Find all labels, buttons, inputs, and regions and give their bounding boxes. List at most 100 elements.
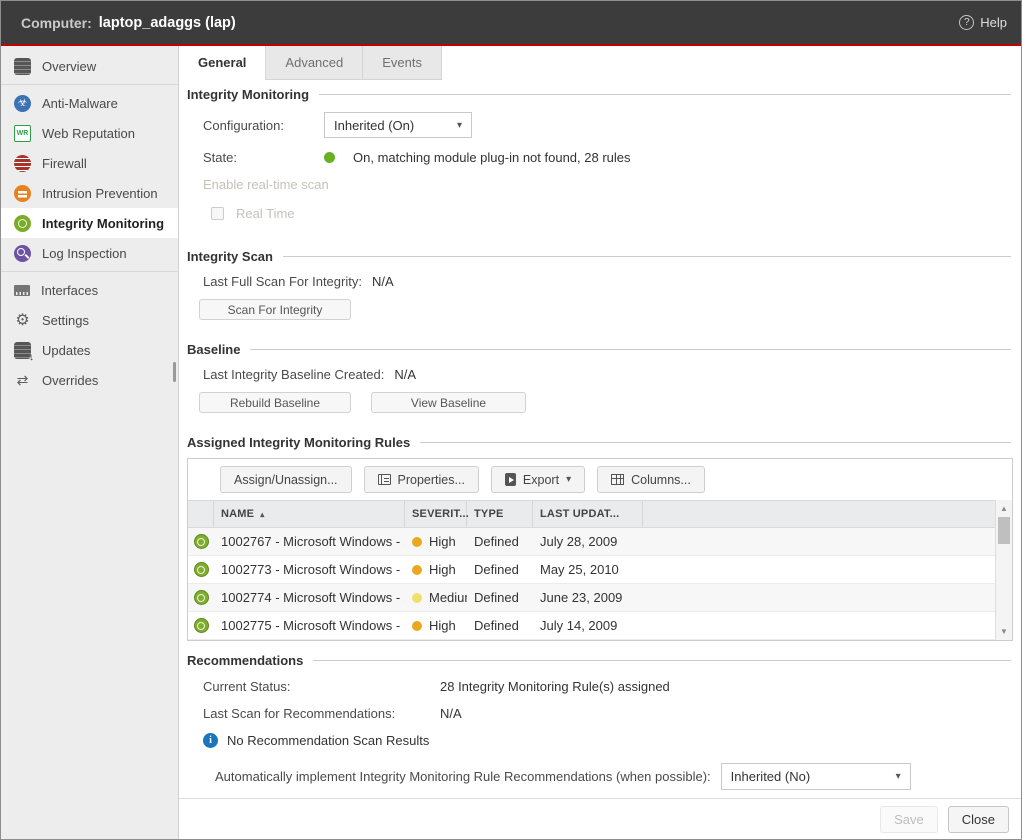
sidebar-item-anti-malware[interactable]: Anti-Malware <box>1 88 178 118</box>
anti-malware-icon <box>14 95 31 112</box>
help-label: Help <box>980 15 1007 30</box>
scan-for-integrity-button[interactable]: Scan For Integrity <box>199 299 351 320</box>
last-scan-row: Last Full Scan For Integrity: N/A <box>203 274 1011 289</box>
no-scan-results-row: i No Recommendation Scan Results <box>203 733 1011 748</box>
sidebar-item-integrity-monitoring[interactable]: Integrity Monitoring <box>1 208 178 238</box>
table-row[interactable]: 1002774 - Microsoft Windows - ... Medium… <box>188 584 995 612</box>
rule-name: 1002767 - Microsoft Windows - ... <box>214 534 405 549</box>
integrity-rule-icon <box>194 534 209 549</box>
sidebar-item-label: Log Inspection <box>42 246 127 261</box>
sidebar-item-updates[interactable]: Updates <box>1 335 178 365</box>
column-header-name[interactable]: NAME ▴ <box>214 501 405 527</box>
scroll-down-icon[interactable]: ▼ <box>996 627 1012 636</box>
rule-last-updated: July 28, 2009 <box>533 534 643 549</box>
sidebar-item-label: Settings <box>42 313 89 328</box>
sidebar-item-label: Interfaces <box>41 283 98 298</box>
auto-implement-label: Automatically implement Integrity Monito… <box>215 769 711 784</box>
last-baseline-value: N/A <box>394 367 416 382</box>
configuration-dropdown[interactable]: Inherited (On) ▾ <box>324 112 472 138</box>
configuration-label: Configuration: <box>203 118 324 133</box>
rules-grid-header: NAME ▴ SEVERIT... TYPE LAST UPDAT... <box>188 500 1012 528</box>
sidebar-item-overview[interactable]: Overview <box>1 51 178 81</box>
sidebar-item-firewall[interactable]: Firewall <box>1 148 178 178</box>
rule-type: Defined <box>467 534 533 549</box>
tab-content: Integrity Monitoring Configuration: Inhe… <box>179 80 1021 798</box>
severity-label: High <box>429 534 456 549</box>
severity-dot <box>412 565 422 575</box>
current-status-row: Current Status: 28 Integrity Monitoring … <box>203 679 1011 694</box>
sidebar-item-intrusion-prevention[interactable]: Intrusion Prevention <box>1 178 178 208</box>
severity-label: High <box>429 618 456 633</box>
severity-dot <box>412 593 422 603</box>
overrides-icon <box>14 372 31 389</box>
sidebar-item-log-inspection[interactable]: Log Inspection <box>1 238 178 268</box>
realtime-checkbox-row: Real Time <box>211 206 1011 221</box>
auto-implement-value: Inherited (No) <box>731 769 896 784</box>
rule-name: 1002774 - Microsoft Windows - ... <box>214 590 405 605</box>
sidebar: Overview Anti-Malware Web Reputation Fir… <box>1 46 179 839</box>
footer-bar: Save Close <box>179 798 1021 839</box>
sidebar-separator <box>1 271 178 272</box>
columns-button[interactable]: Columns... <box>597 466 705 493</box>
rebuild-baseline-button[interactable]: Rebuild Baseline <box>199 392 351 413</box>
state-value: On, matching module plug-in not found, 2… <box>353 150 631 165</box>
columns-label: Columns... <box>631 473 691 487</box>
overview-icon <box>14 58 31 75</box>
chevron-down-icon: ▾ <box>566 474 571 485</box>
rule-last-updated: July 14, 2009 <box>533 618 643 633</box>
state-row: State: On, matching module plug-in not f… <box>203 150 1011 165</box>
title-prefix: Computer: <box>21 15 92 31</box>
scroll-up-icon[interactable]: ▲ <box>996 504 1012 513</box>
sidebar-item-interfaces[interactable]: Interfaces <box>1 275 178 305</box>
rules-table-container: Assign/Unassign... Properties... Export … <box>187 458 1013 641</box>
realtime-checkbox-label: Real Time <box>236 206 295 221</box>
state-label: State: <box>203 150 324 165</box>
view-baseline-button[interactable]: View Baseline <box>371 392 526 413</box>
table-row[interactable]: 1002767 - Microsoft Windows - ... High D… <box>188 528 995 556</box>
tab-general[interactable]: General <box>179 46 266 80</box>
configuration-value: Inherited (On) <box>334 118 457 133</box>
save-button: Save <box>880 806 938 833</box>
rules-grid-body: 1002767 - Microsoft Windows - ... High D… <box>188 528 1012 640</box>
last-baseline-label: Last Integrity Baseline Created: <box>203 367 384 382</box>
section-title-text: Baseline <box>187 342 240 357</box>
help-icon: ? <box>959 15 974 30</box>
rule-type: Defined <box>467 562 533 577</box>
help-button[interactable]: ? Help <box>959 15 1007 30</box>
column-header-last-updated[interactable]: LAST UPDAT... <box>533 501 643 527</box>
scan-button-row: Scan For Integrity <box>199 299 1011 320</box>
section-title-text: Integrity Monitoring <box>187 87 309 102</box>
column-header-type[interactable]: TYPE <box>467 501 533 527</box>
gear-icon <box>14 312 31 329</box>
assign-unassign-button[interactable]: Assign/Unassign... <box>220 466 352 493</box>
sidebar-item-label: Firewall <box>42 156 87 171</box>
sidebar-item-overrides[interactable]: Overrides <box>1 365 178 395</box>
sidebar-item-web-reputation[interactable]: Web Reputation <box>1 118 178 148</box>
assign-unassign-label: Assign/Unassign... <box>234 473 338 487</box>
web-reputation-icon <box>14 125 31 142</box>
sidebar-item-settings[interactable]: Settings <box>1 305 178 335</box>
table-row[interactable]: 1002773 - Microsoft Windows - ... High D… <box>188 556 995 584</box>
column-header-severity[interactable]: SEVERIT... <box>405 501 467 527</box>
integrity-rule-icon <box>194 618 209 633</box>
table-scrollbar[interactable]: ▲ ▼ <box>995 500 1012 640</box>
tab-advanced[interactable]: Advanced <box>266 46 363 80</box>
last-recommendation-scan-value: N/A <box>440 706 462 721</box>
tab-events[interactable]: Events <box>363 46 442 80</box>
no-scan-results-text: No Recommendation Scan Results <box>227 733 429 748</box>
export-button[interactable]: Export ▾ <box>491 466 585 493</box>
firewall-icon <box>14 155 31 172</box>
baseline-buttons-row: Rebuild Baseline View Baseline <box>199 392 1011 413</box>
sidebar-resize-handle[interactable] <box>173 362 176 382</box>
table-row[interactable]: 1002775 - Microsoft Windows - ... High D… <box>188 612 995 640</box>
close-button[interactable]: Close <box>948 806 1009 833</box>
main-panel: General Advanced Events Integrity Monito… <box>179 46 1021 839</box>
last-scan-value: N/A <box>372 274 394 289</box>
properties-button[interactable]: Properties... <box>364 466 479 493</box>
section-integrity-monitoring: Integrity Monitoring <box>187 87 1011 102</box>
computer-name: laptop_adaggs (lap) <box>99 15 236 31</box>
scrollbar-thumb[interactable] <box>998 517 1010 544</box>
last-recommendation-scan-label: Last Scan for Recommendations: <box>203 706 440 721</box>
auto-implement-dropdown[interactable]: Inherited (No) ▾ <box>721 763 911 790</box>
properties-icon <box>378 474 391 485</box>
